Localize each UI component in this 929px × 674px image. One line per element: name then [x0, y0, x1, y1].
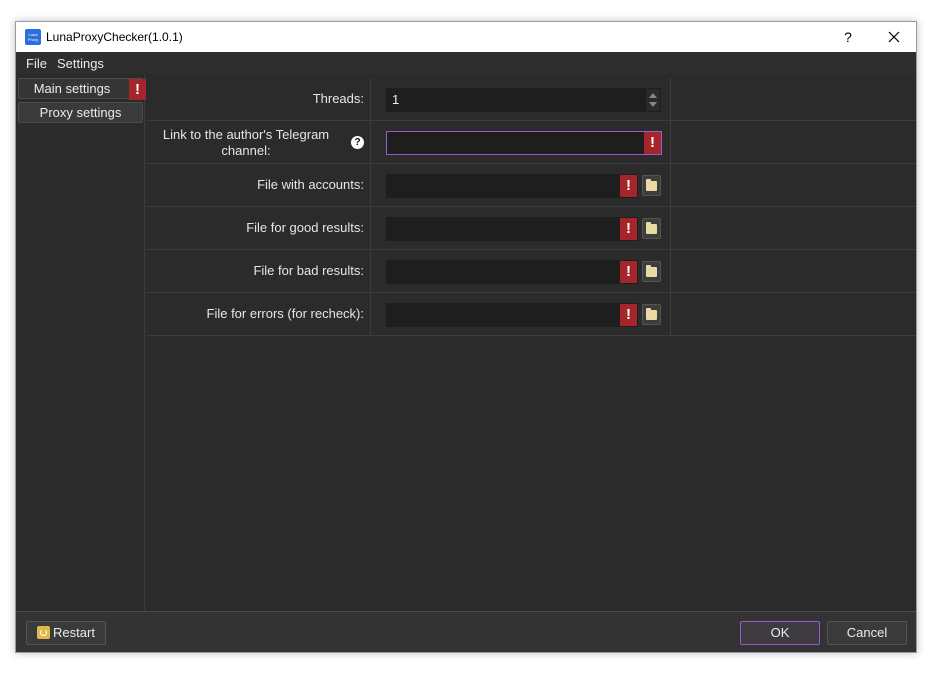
browse-good-button[interactable]: [642, 218, 661, 239]
help-circle-icon[interactable]: ?: [351, 136, 364, 149]
bad-file-label: File for bad results:: [253, 263, 364, 278]
form-row-accounts-file: File with accounts: !: [146, 164, 916, 207]
label-cell: File with accounts:: [146, 164, 371, 206]
menu-settings[interactable]: Settings: [57, 56, 104, 71]
good-file-label: File for good results:: [246, 220, 364, 235]
errors-file-input[interactable]: !: [386, 303, 638, 327]
settings-form: Threads: 1 Link to the author's Telegram…: [146, 78, 916, 610]
window-title: LunaProxyChecker(1.0.1): [46, 30, 183, 44]
main-window: Luna Proxy LunaProxyChecker(1.0.1) ? Fil…: [15, 21, 917, 653]
folder-icon: [646, 221, 657, 234]
folder-icon: [646, 264, 657, 277]
bad-file-input[interactable]: !: [386, 260, 638, 284]
label-cell: File for good results:: [146, 207, 371, 249]
browse-bad-button[interactable]: [642, 261, 661, 282]
cancel-button[interactable]: Cancel: [827, 621, 907, 645]
value-cell: 1: [371, 78, 671, 120]
cancel-label: Cancel: [846, 625, 888, 640]
telegram-link-input[interactable]: !: [386, 131, 662, 155]
ok-label: OK: [770, 625, 790, 640]
label-cell: File for bad results:: [146, 250, 371, 292]
good-file-input[interactable]: !: [386, 217, 638, 241]
restart-label: Restart: [53, 625, 95, 640]
sidebar: Main settings ! Proxy settings: [16, 74, 146, 610]
menu-file[interactable]: File: [26, 56, 47, 71]
restart-button[interactable]: Restart: [26, 621, 106, 645]
value-cell: !: [371, 250, 671, 292]
ok-button[interactable]: OK: [740, 621, 820, 645]
label-cell: Link to the author's Telegram channel: ?: [146, 121, 371, 163]
form-row-threads: Threads: 1: [146, 78, 916, 121]
restart-icon: [37, 626, 51, 639]
sidebar-item-main-settings[interactable]: Main settings !: [18, 78, 146, 100]
menu-bar: File Settings: [16, 52, 916, 74]
value-cell: !: [371, 207, 671, 249]
warning-icon: !: [620, 175, 637, 197]
form-row-errors-file: File for errors (for recheck): !: [146, 293, 916, 336]
close-button[interactable]: [878, 22, 910, 52]
threads-spinbox[interactable]: 1: [386, 88, 661, 112]
value-cell: !: [371, 164, 671, 206]
accounts-file-label: File with accounts:: [257, 177, 364, 192]
accounts-file-input[interactable]: !: [386, 174, 638, 198]
spin-buttons[interactable]: [646, 89, 660, 111]
browse-errors-button[interactable]: [642, 304, 661, 325]
close-icon: [888, 31, 900, 43]
folder-icon: [646, 307, 657, 320]
warning-icon: !: [620, 261, 637, 283]
browse-accounts-button[interactable]: [642, 175, 661, 196]
telegram-label: Link to the author's Telegram channel:: [162, 127, 330, 158]
label-cell: Threads:: [146, 78, 371, 120]
threads-value: 1: [392, 92, 400, 107]
errors-file-label: File for errors (for recheck):: [206, 306, 364, 321]
help-button[interactable]: ?: [836, 22, 860, 52]
form-row-good-file: File for good results: !: [146, 207, 916, 250]
value-cell: !: [371, 293, 671, 335]
app-logo-icon: Luna Proxy: [25, 29, 41, 45]
sidebar-item-label: Main settings: [33, 81, 111, 96]
threads-label: Threads:: [312, 91, 364, 106]
spin-down-icon[interactable]: [649, 102, 657, 107]
value-cell: !: [371, 121, 671, 163]
warning-icon: !: [644, 132, 661, 154]
spin-up-icon[interactable]: [649, 93, 657, 98]
folder-icon: [646, 178, 657, 191]
sidebar-item-label: Proxy settings: [39, 105, 122, 120]
form-row-bad-file: File for bad results: !: [146, 250, 916, 293]
form-row-telegram: Link to the author's Telegram channel: ?…: [146, 121, 916, 164]
warning-icon: !: [129, 79, 146, 100]
dialog-footer: Restart OK Cancel: [16, 611, 916, 652]
warning-icon: !: [620, 304, 637, 326]
sidebar-item-proxy-settings[interactable]: Proxy settings: [18, 102, 143, 123]
label-cell: File for errors (for recheck):: [146, 293, 371, 335]
title-bar: Luna Proxy LunaProxyChecker(1.0.1) ?: [16, 22, 916, 52]
warning-icon: !: [620, 218, 637, 240]
